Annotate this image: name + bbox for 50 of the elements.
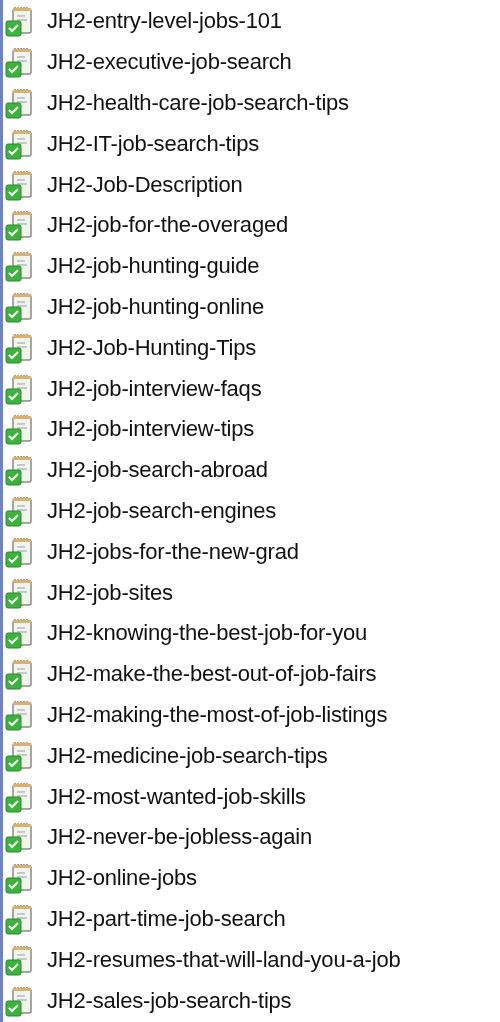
notepad-check-icon — [5, 168, 35, 201]
notepad-check-icon — [5, 576, 35, 609]
file-name[interactable]: JH2-make-the-best-out-of-job-fairs — [47, 661, 377, 688]
file-name[interactable]: JH2-job-for-the-overaged — [47, 212, 288, 239]
file-name[interactable]: JH2-resumes-that-will-land-you-a-job — [47, 946, 401, 973]
file-name[interactable]: JH2-sales-job-search-tips — [47, 987, 292, 1014]
file-name[interactable]: JH2-online-jobs — [47, 865, 197, 892]
notepad-check-icon — [5, 127, 35, 160]
notepad-check-icon — [5, 617, 35, 650]
notepad-check-icon — [5, 658, 35, 691]
file-name[interactable]: JH2-medicine-job-search-tips — [47, 742, 328, 769]
file-name[interactable]: JH2-making-the-most-of-job-listings — [47, 701, 388, 728]
file-name[interactable]: JH2-most-wanted-job-skills — [47, 783, 306, 810]
notepad-check-icon — [5, 943, 35, 976]
notepad-check-icon — [5, 454, 35, 487]
file-name[interactable]: JH2-never-be-jobless-again — [47, 824, 313, 851]
notepad-check-icon — [5, 535, 35, 568]
notepad-check-icon — [5, 87, 35, 119]
file-name[interactable]: JH2-Job-Hunting-Tips — [47, 334, 257, 361]
notepad-check-icon — [5, 698, 35, 731]
file-name[interactable]: JH2-job-sites — [47, 579, 173, 606]
notepad-check-icon — [5, 984, 35, 1017]
file-name[interactable]: JH2-job-hunting-online — [47, 293, 264, 320]
notepad-check-icon — [5, 5, 35, 38]
notepad-check-icon — [5, 862, 35, 895]
notepad-check-icon — [5, 290, 35, 323]
file-name[interactable]: JH2-entry-level-jobs-101 — [47, 8, 282, 35]
notepad-check-icon — [5, 494, 35, 527]
notepad-check-icon — [5, 902, 35, 935]
file-name[interactable]: JH2-job-search-abroad — [47, 457, 268, 484]
file-name[interactable]: JH2-jobs-for-the-new-grad — [47, 538, 299, 565]
notepad-check-icon — [5, 250, 35, 283]
file-name[interactable]: JH2-part-time-job-search — [47, 905, 286, 932]
notepad-check-icon — [5, 372, 35, 405]
file-name[interactable]: JH2-job-interview-tips — [47, 416, 255, 443]
file-name[interactable]: JH2-job-search-engines — [47, 497, 277, 524]
file-name[interactable]: JH2-job-interview-faqs — [47, 375, 262, 402]
notepad-check-icon — [5, 413, 35, 446]
notepad-check-icon — [5, 739, 35, 772]
notepad-check-icon — [5, 780, 35, 813]
notepad-check-icon — [5, 331, 35, 364]
file-name[interactable]: JH2-job-hunting-guide — [47, 253, 260, 280]
notepad-check-icon — [5, 209, 35, 242]
notepad-check-icon — [5, 46, 35, 79]
file-name[interactable]: JH2-Job-Description — [47, 171, 243, 198]
file-name[interactable]: JH2-executive-job-search — [47, 49, 292, 76]
file-name[interactable]: JH2-knowing-the-best-job-for-you — [47, 620, 368, 647]
notepad-check-icon — [5, 821, 35, 854]
file-name[interactable]: JH2-IT-job-search-tips — [47, 130, 259, 157]
file-name[interactable]: JH2-health-care-job-search-tips — [47, 90, 349, 116]
